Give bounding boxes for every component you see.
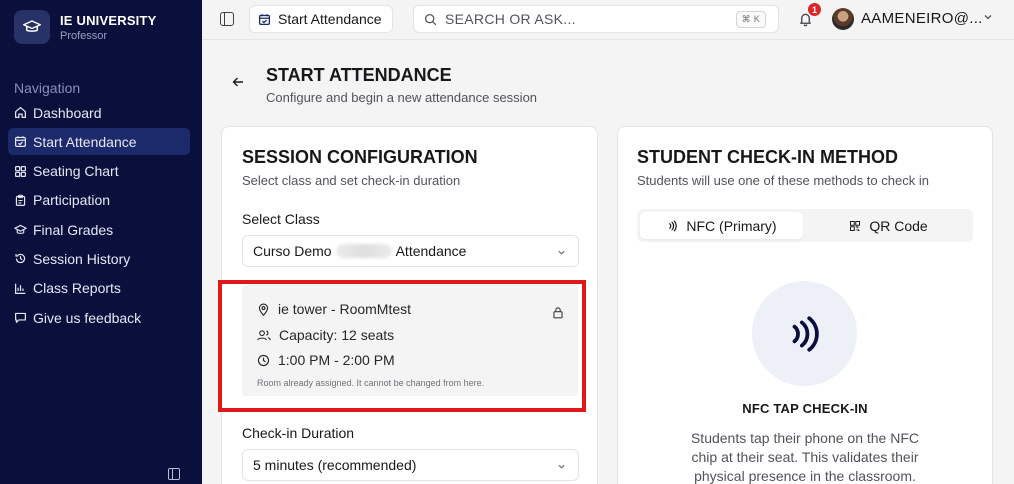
nav-list: Dashboard Start Attendance Seating Chart… [8, 99, 190, 333]
sidebar-item-final-grades[interactable]: Final Grades [8, 216, 190, 243]
message-icon [15, 312, 26, 324]
grid-icon [15, 165, 26, 177]
user-name[interactable]: AAMENEIRO@... [861, 10, 983, 27]
topbar: Start Attendance SEARCH OR ASK... ⌘ K 1 … [202, 0, 1014, 40]
class-select[interactable]: Curso Demo Attendance [242, 235, 579, 267]
back-arrow-icon[interactable] [232, 76, 244, 88]
sidebar-item-label: Start Attendance [33, 133, 137, 150]
search-placeholder: SEARCH OR ASK... [445, 11, 576, 27]
sidebar-item-label: Session History [33, 250, 131, 267]
sidebar-item-label: Seating Chart [33, 163, 119, 180]
brand-subtitle: Professor [60, 29, 108, 42]
nfc-waves-icon [792, 315, 819, 352]
method-description: Students tap their phone on the NFC chip… [690, 430, 920, 484]
calendar-check-icon [258, 13, 271, 25]
sidebar-item-label: Give us feedback [33, 309, 142, 326]
breadcrumb[interactable]: Start Attendance [249, 5, 393, 33]
sidebar-item-dashboard[interactable]: Dashboard [8, 99, 190, 126]
search-icon [424, 13, 437, 25]
checkin-method-card: STUDENT CHECK-IN METHOD Students will us… [617, 126, 993, 484]
avatar[interactable] [832, 8, 854, 30]
sidebar-item-label: Final Grades [33, 221, 114, 238]
nfc-illustration [752, 281, 857, 386]
notification-badge: 1 [808, 3, 821, 16]
breadcrumb-label: Start Attendance [278, 11, 382, 27]
sidebar-item-start-attendance[interactable]: Start Attendance [8, 128, 190, 156]
card-subtitle: Students will use one of these methods t… [637, 173, 929, 188]
select-class-label: Select Class [242, 211, 320, 227]
sidebar-toggle-icon[interactable] [168, 468, 180, 480]
clipboard-icon [15, 194, 26, 206]
chevron-down-icon [558, 250, 565, 255]
qr-code-icon [850, 220, 861, 231]
method-tabs: NFC (Primary) QR Code [637, 209, 973, 242]
nfc-icon [669, 220, 678, 231]
page-subtitle: Configure and begin a new attendance ses… [266, 90, 538, 105]
sidebar-item-label: Class Reports [33, 280, 121, 297]
card-title: STUDENT CHECK-IN METHOD [637, 147, 898, 167]
tab-qr-label: QR Code [869, 217, 928, 234]
calendar-check-icon [15, 136, 26, 148]
nav-heading: Navigation [14, 80, 81, 96]
sidebar-item-label: Dashboard [33, 104, 102, 121]
sidebar-item-label: Participation [33, 192, 111, 209]
redacted-text [335, 244, 392, 258]
sidebar-item-feedback[interactable]: Give us feedback [8, 304, 190, 331]
search-input[interactable]: SEARCH OR ASK... ⌘ K [413, 5, 779, 33]
search-shortcut: ⌘ K [735, 11, 766, 28]
class-select-value-start: Curso Demo [253, 243, 332, 259]
bar-chart-icon [15, 283, 26, 294]
duration-select-value: 5 minutes (recommended) [253, 457, 417, 473]
sidebar: IE UNIVERSITY Professor Navigation Dashb… [0, 0, 202, 484]
graduation-cap-icon [14, 225, 27, 235]
home-icon [15, 107, 26, 118]
tab-nfc-label: NFC (Primary) [686, 217, 777, 234]
sidebar-item-class-reports[interactable]: Class Reports [8, 275, 190, 302]
class-select-value-end: Attendance [395, 243, 467, 259]
sidebar-item-participation[interactable]: Participation [8, 187, 190, 214]
chevron-down-icon[interactable] [983, 12, 993, 22]
highlight-box [218, 280, 586, 412]
tab-qr[interactable]: QR Code [807, 212, 970, 239]
brand-title: IE UNIVERSITY [60, 12, 157, 28]
brand[interactable]: IE UNIVERSITY Professor [14, 10, 157, 44]
tab-nfc[interactable]: NFC (Primary) [640, 212, 803, 239]
page-title: START ATTENDANCE [266, 65, 452, 85]
method-title: NFC TAP CHECK-IN [742, 401, 868, 416]
duration-label: Check-in Duration [242, 425, 355, 441]
history-icon [15, 254, 26, 264]
card-title: SESSION CONFIGURATION [242, 147, 478, 167]
chevron-down-icon [558, 464, 565, 469]
sidebar-item-session-history[interactable]: Session History [8, 245, 190, 272]
graduation-cap-icon [14, 10, 50, 44]
sidebar-item-seating-chart[interactable]: Seating Chart [8, 158, 190, 185]
panel-collapse-icon[interactable] [220, 12, 234, 26]
duration-select[interactable]: 5 minutes (recommended) [242, 449, 579, 481]
card-subtitle: Select class and set check-in duration [242, 173, 461, 188]
